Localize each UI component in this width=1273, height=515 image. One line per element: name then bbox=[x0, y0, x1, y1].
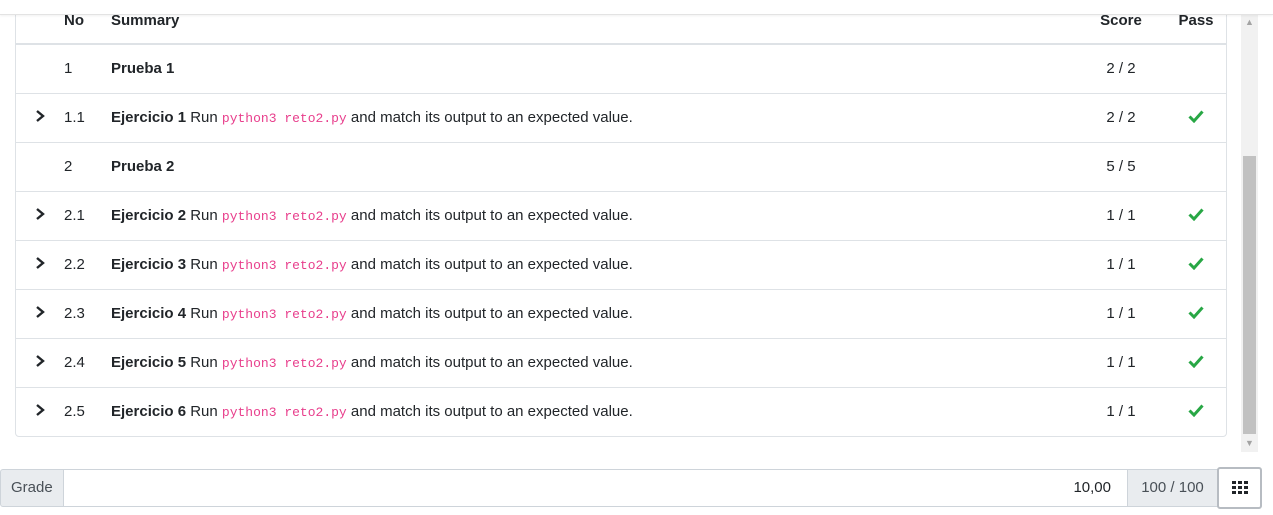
row-toggle bbox=[16, 44, 64, 93]
scroll-up-icon[interactable]: ▲ bbox=[1241, 14, 1258, 31]
row-score: 1 / 1 bbox=[1106, 256, 1136, 273]
row-toggle bbox=[16, 142, 64, 191]
grid-menu-button[interactable] bbox=[1217, 467, 1262, 509]
row-summary: Ejercicio 1 Run python3 reto2.py and mat… bbox=[111, 93, 1076, 142]
test-text-after: and match its output to an expected valu… bbox=[346, 109, 633, 126]
test-text-after: and match its output to an expected valu… bbox=[346, 256, 633, 273]
test-command: python3 reto2.py bbox=[221, 111, 347, 126]
row-summary: Prueba 2 bbox=[111, 142, 1076, 191]
row-toggle[interactable] bbox=[16, 289, 64, 338]
row-toggle[interactable] bbox=[16, 93, 64, 142]
table-row[interactable]: 1.1 Ejercicio 1 Run python3 reto2.py and … bbox=[16, 93, 1226, 142]
check-icon bbox=[1188, 305, 1204, 319]
test-name: Prueba 1 bbox=[111, 60, 175, 78]
grade-value-field[interactable]: 10,00 bbox=[64, 469, 1128, 507]
test-name: Ejercicio 4 bbox=[111, 305, 187, 322]
test-text-after: and match its output to an expected valu… bbox=[346, 207, 633, 224]
row-toggle[interactable] bbox=[16, 191, 64, 240]
chevron-right-icon[interactable] bbox=[33, 403, 47, 417]
row-pass bbox=[1166, 44, 1226, 93]
row-summary: Ejercicio 6 Run python3 reto2.py and mat… bbox=[111, 387, 1076, 436]
check-icon bbox=[1188, 109, 1204, 123]
table-row[interactable]: 2.4 Ejercicio 5 Run python3 reto2.py and … bbox=[16, 338, 1226, 387]
test-text-after: and match its output to an expected valu… bbox=[346, 354, 633, 371]
check-icon bbox=[1188, 256, 1204, 270]
results-panel: No Summary Score Pass 1 Prueba 12 / 2 1.1 E… bbox=[15, 0, 1227, 437]
results-table: No Summary Score Pass 1 Prueba 12 / 2 1.1 E… bbox=[16, 0, 1226, 436]
row-number: 2.3 bbox=[64, 305, 85, 322]
row-score: 2 / 2 bbox=[1106, 60, 1136, 78]
table-row[interactable]: 2.3 Ejercicio 4 Run python3 reto2.py and … bbox=[16, 289, 1226, 338]
test-text-before: Run bbox=[186, 256, 222, 273]
row-pass bbox=[1166, 191, 1226, 240]
test-command: python3 reto2.py bbox=[221, 209, 347, 224]
chevron-right-icon[interactable] bbox=[33, 354, 47, 368]
row-score: 2 / 2 bbox=[1106, 109, 1136, 126]
chevron-right-icon[interactable] bbox=[33, 207, 47, 221]
row-score: 1 / 1 bbox=[1106, 354, 1136, 371]
row-pass bbox=[1166, 93, 1226, 142]
chevron-right-icon[interactable] bbox=[33, 109, 47, 123]
test-name: Ejercicio 2 bbox=[111, 207, 187, 224]
test-text-before: Run bbox=[186, 207, 222, 224]
row-number: 2 bbox=[64, 158, 73, 175]
test-text-before: Run bbox=[186, 305, 222, 322]
row-number: 2.1 bbox=[64, 207, 85, 224]
row-number: 2.2 bbox=[64, 256, 85, 273]
table-row[interactable]: 2.2 Ejercicio 3 Run python3 reto2.py and … bbox=[16, 240, 1226, 289]
row-summary: Ejercicio 2 Run python3 reto2.py and mat… bbox=[111, 191, 1076, 240]
table-row[interactable]: 2.5 Ejercicio 6 Run python3 reto2.py and … bbox=[16, 387, 1226, 436]
test-text-before: Run bbox=[186, 354, 222, 371]
row-summary: Prueba 1 bbox=[111, 44, 1076, 93]
test-name: Ejercicio 1 bbox=[111, 109, 187, 126]
test-name: Ejercicio 6 bbox=[111, 403, 187, 421]
grade-total: 100 / 100 bbox=[1128, 469, 1218, 507]
check-icon bbox=[1188, 404, 1204, 417]
scrollbar-thumb[interactable] bbox=[1243, 156, 1256, 434]
top-bar bbox=[0, 0, 1273, 15]
test-command: python3 reto2.py bbox=[221, 356, 347, 371]
check-icon bbox=[1188, 207, 1204, 221]
row-score: 1 / 1 bbox=[1106, 305, 1136, 322]
grade-label: Grade bbox=[0, 469, 64, 507]
test-name: Ejercicio 3 bbox=[111, 256, 187, 273]
row-toggle[interactable] bbox=[16, 240, 64, 289]
test-text-before: Run bbox=[186, 109, 222, 126]
test-text-before: Run bbox=[186, 403, 222, 421]
row-pass bbox=[1166, 387, 1226, 436]
table-row: 1 Prueba 1 2 / 2 bbox=[16, 44, 1226, 93]
row-toggle[interactable] bbox=[16, 387, 64, 436]
row-summary: Ejercicio 5 Run python3 reto2.py and mat… bbox=[111, 338, 1076, 387]
row-summary: Ejercicio 3 Run python3 reto2.py and mat… bbox=[111, 240, 1076, 289]
table-row: 2 Prueba 2 5 / 5 bbox=[16, 142, 1226, 191]
test-command: python3 reto2.py bbox=[221, 258, 347, 273]
chevron-right-icon[interactable] bbox=[33, 256, 47, 270]
row-number: 2.5 bbox=[64, 403, 85, 421]
test-name: Prueba 2 bbox=[111, 158, 175, 175]
chevron-right-icon[interactable] bbox=[33, 305, 47, 319]
table-row[interactable]: 2.1 Ejercicio 2 Run python3 reto2.py and … bbox=[16, 191, 1226, 240]
row-score: 1 / 1 bbox=[1106, 403, 1136, 421]
row-pass bbox=[1166, 240, 1226, 289]
row-summary: Ejercicio 4 Run python3 reto2.py and mat… bbox=[111, 289, 1076, 338]
vertical-scrollbar[interactable]: ▲ ▼ bbox=[1241, 14, 1258, 452]
scroll-down-icon[interactable]: ▼ bbox=[1241, 435, 1258, 452]
row-number: 2.4 bbox=[64, 354, 85, 371]
test-text-after: and match its output to an expected valu… bbox=[346, 305, 633, 322]
row-pass bbox=[1166, 289, 1226, 338]
row-toggle[interactable] bbox=[16, 338, 64, 387]
grid-icon bbox=[1231, 481, 1248, 494]
row-score: 5 / 5 bbox=[1106, 158, 1136, 175]
grade-bar: Grade 10,00 100 / 100 bbox=[0, 467, 1273, 509]
row-score: 1 / 1 bbox=[1106, 207, 1136, 224]
row-pass bbox=[1166, 142, 1226, 191]
row-pass bbox=[1166, 338, 1226, 387]
row-number: 1 bbox=[64, 60, 73, 78]
check-icon bbox=[1188, 354, 1204, 368]
test-name: Ejercicio 5 bbox=[111, 354, 187, 371]
test-command: python3 reto2.py bbox=[221, 405, 347, 421]
row-number: 1.1 bbox=[64, 109, 85, 126]
test-text-after: and match its output to an expected valu… bbox=[346, 403, 633, 421]
test-command: python3 reto2.py bbox=[221, 307, 347, 322]
